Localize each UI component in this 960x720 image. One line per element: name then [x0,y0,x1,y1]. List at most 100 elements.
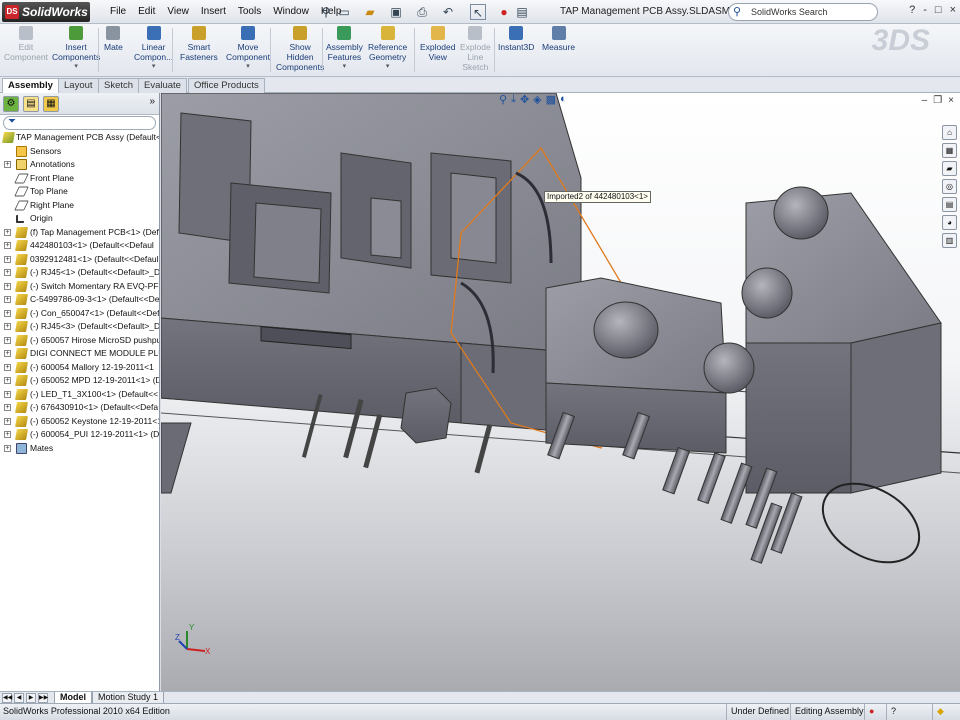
tab-evaluate[interactable]: Evaluate [138,78,187,93]
tree-item[interactable]: + (-) LED_T1_3X100<1> (Default<< [0,388,159,402]
hex-standoff[interactable] [400,387,452,444]
display-style-icon[interactable]: ◐ [560,93,567,106]
tree-item[interactable]: + C-5499786-09-3<1> (Default<<De [0,293,159,307]
led-dome[interactable] [703,342,755,394]
led-dome[interactable] [741,267,793,319]
tree-item[interactable]: + (f) Tap Management PCB<1> (Defa [0,226,159,240]
tab-assembly[interactable]: Assembly [2,78,59,93]
expand-toggle-icon[interactable]: + [4,444,11,452]
rebuild-status-icon[interactable]: ● [864,704,878,720]
assembly-features-button[interactable]: Assembly Features ▾ [326,26,363,72]
reference-geometry-button[interactable]: Reference Geometry ▾ [368,26,407,72]
tree-item[interactable]: + (-) Switch Momentary RA EVQ-PF<1 [0,280,159,294]
tree-item[interactable]: + (-) 650057 Hirose MicroSD pushpust [0,334,159,348]
dropdown-arrow-icon[interactable]: ▾ [134,62,173,72]
show-hidden-components-button[interactable]: Show Hidden Components [276,26,324,72]
expand-toggle-icon[interactable]: + [4,377,11,384]
pin-icon[interactable]: ⚲ [318,4,334,20]
measure-button[interactable]: Measure [542,26,575,52]
expand-toggle-icon[interactable]: + [4,161,11,168]
dropdown-arrow-icon[interactable]: ▾ [326,62,363,72]
expand-toggle-icon[interactable]: + [4,336,11,344]
expand-toggle-icon[interactable]: + [4,431,11,438]
tree-filter-input[interactable]: ⏷ [3,116,156,130]
menu-edit[interactable]: Edit [132,5,161,19]
expand-toggle-icon[interactable]: + [4,404,11,411]
prev-tab-icon[interactable]: ◀ [14,693,24,703]
viewport-close-button[interactable]: × [948,95,954,106]
button-cap[interactable] [593,301,659,359]
undo-icon[interactable]: ↶ [440,4,456,20]
notification-icon[interactable]: ◆ [932,704,948,720]
edit-component-button[interactable]: Edit Component [4,26,48,62]
tree-item[interactable]: Origin [0,212,159,226]
expand-toggle-icon[interactable]: + [4,390,11,398]
tree-item[interactable]: + (-) 650052 MPD 12-19-2011<1> (D [0,374,159,388]
view-orientation-icon[interactable]: ▩ [546,93,556,106]
tree-item[interactable]: +0392912481<1> (Default<<Defaul [0,253,159,267]
tree-item[interactable]: + (-) 676430910<1> (Default<<Defa [0,401,159,415]
tab-sketch[interactable]: Sketch [98,78,140,93]
graphics-viewport[interactable]: ⚲ ⤓ ✥ ◈ ▩ ◐ – ❐ × ⌂ ▦ ▰ ◎ ▤ ◕ ▥ Imported… [161,93,960,691]
expand-toggle-icon[interactable]: + [4,309,11,317]
dropdown-arrow-icon[interactable]: ▾ [368,62,407,72]
first-tab-icon[interactable]: ◀◀ [2,693,12,703]
insert-components-button[interactable]: Insert Components ▾ [52,26,100,72]
property-manager-tab-icon[interactable]: ▤ [23,96,39,112]
mate-button[interactable]: Mate [104,26,123,52]
menu-view[interactable]: View [161,5,195,19]
tree-item[interactable]: + (-) 600054_PUI 12-19-2011<1> (De [0,428,159,442]
solidworks-search-input[interactable]: ⚲ SolidWorks Search [728,3,878,21]
dropdown-arrow-icon[interactable]: ▾ [226,62,270,72]
expand-toggle-icon[interactable]: + [4,296,11,303]
linear-component-pattern-button[interactable]: Linear Compon... ▾ [134,26,173,72]
appearances-icon[interactable]: ◕ [942,215,957,230]
assembly-model-view[interactable] [161,93,960,691]
design-library-icon[interactable]: ▦ [942,143,957,158]
expand-toggle-icon[interactable]: + [4,269,11,276]
expand-toggle-icon[interactable]: + [4,323,11,330]
viewport-restore-button[interactable]: ❐ [933,95,942,106]
tab-layout[interactable]: Layout [58,78,99,93]
custom-properties-icon[interactable]: ▥ [942,233,957,248]
smart-fasteners-button[interactable]: Smart Fasteners [180,26,218,62]
select-arrow-icon[interactable]: ↖ [470,4,486,20]
feature-tree-tab-icon[interactable]: ⚙ [3,96,19,112]
exploded-view-button[interactable]: Exploded View [420,26,455,62]
zoom-area-icon[interactable]: ⤓ [511,93,516,106]
expand-toggle-icon[interactable]: + [4,255,11,263]
tree-item[interactable]: + (-) Con_650047<1> (Default<<Def [0,307,159,321]
menu-window[interactable]: Window [267,5,315,19]
solidworks-logo[interactable]: DS SolidWorks [2,2,90,22]
explode-line-sketch-button[interactable]: Explode Line Sketch [460,26,491,72]
led-holder-side[interactable] [850,322,942,494]
expand-toggle-icon[interactable]: + [4,242,11,249]
save-icon[interactable]: ▣ [388,4,404,20]
tree-item[interactable]: Right Plane [0,199,159,213]
previous-view-icon[interactable]: ✥ [520,93,529,106]
viewport-minimize-button[interactable]: – [922,95,928,106]
file-explorer-icon[interactable]: ▰ [942,161,957,176]
search-results-icon[interactable]: ◎ [942,179,957,194]
led-holder-front[interactable] [745,342,852,494]
tree-item[interactable]: + Annotations [0,158,159,172]
open-folder-icon[interactable]: ▰ [362,4,378,20]
expand-toggle-icon[interactable]: + [4,282,11,290]
dropdown-arrow-icon[interactable]: ▾ [52,62,100,72]
tree-item[interactable]: + DIGI CONNECT ME MODULE PLU [0,347,159,361]
new-document-icon[interactable]: ▭ [336,4,352,20]
expand-toggle-icon[interactable]: + [4,417,11,425]
tree-item[interactable]: + (-) 650052 Keystone 12-19-2011<1 [0,415,159,429]
tree-item[interactable]: + Mates [0,442,159,456]
configuration-manager-tab-icon[interactable]: ▦ [43,96,59,112]
menu-insert[interactable]: Insert [195,5,232,19]
maximize-button[interactable]: □ [935,4,942,16]
close-button[interactable]: × [950,4,956,16]
menu-file[interactable]: File [104,5,132,19]
expand-panel-icon[interactable]: » [149,96,155,107]
section-view-icon[interactable]: ◈ [533,93,541,106]
led-dome[interactable] [773,186,829,240]
tree-item[interactable]: + (-) RJ45<3> (Default<<Default>_D [0,320,159,334]
minimize-button[interactable]: - [923,4,927,16]
expand-toggle-icon[interactable]: + [4,350,11,357]
